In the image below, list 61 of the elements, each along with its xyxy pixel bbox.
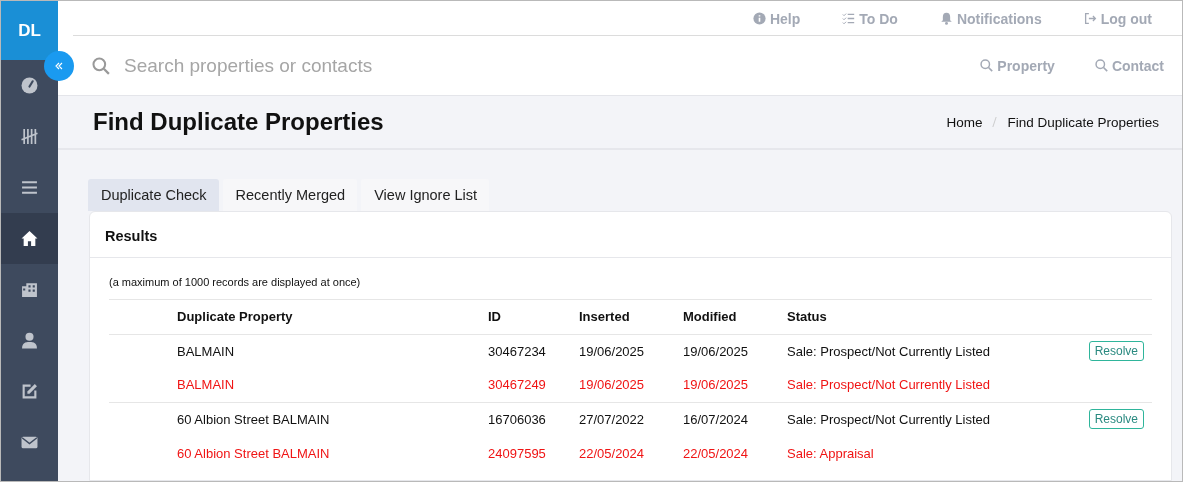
search-button[interactable]: Property <box>980 57 1055 74</box>
tally-icon <box>21 128 38 145</box>
checklist-icon <box>842 12 856 25</box>
table-cell: 60 Albion Street BALMAIN <box>177 436 488 470</box>
info-icon <box>752 12 766 25</box>
table-cell: 27/07/2022 <box>579 402 683 436</box>
search-icon <box>1094 59 1108 72</box>
table-cell: BALMAIN <box>177 368 488 402</box>
top-link[interactable]: Help <box>752 10 801 27</box>
home-icon <box>21 230 38 247</box>
mail-icon <box>21 434 38 451</box>
breadcrumb-separator <box>992 116 998 128</box>
search-icon <box>980 59 994 72</box>
table-cell: Sale: Prospect/Not Currently Listed <box>787 334 1066 368</box>
page-title: Find Duplicate Properties <box>93 108 384 136</box>
building-icon <box>21 281 38 298</box>
tab[interactable]: Recently Merged <box>222 179 358 211</box>
table-cell: 19/06/2025 <box>683 368 787 402</box>
table-cell: 30467249 <box>488 368 579 402</box>
bell-icon <box>939 12 953 25</box>
breadcrumb-item: Find Duplicate Properties <box>1007 114 1159 130</box>
table-cell: 60 Albion Street BALMAIN <box>177 402 488 436</box>
table-cell: 19/06/2025 <box>579 368 683 402</box>
top-link[interactable]: Log out <box>1083 10 1152 27</box>
table-cell: 19/06/2025 <box>579 334 683 368</box>
table-cell: 22/05/2024 <box>683 436 787 470</box>
user-initials: DL <box>1 1 58 60</box>
top-link[interactable]: To Do <box>842 10 898 27</box>
top-link[interactable]: Notifications <box>939 10 1042 27</box>
person-icon <box>21 332 38 349</box>
table-cell-text: Sale: Appraisal <box>787 444 875 463</box>
column-header: Modified <box>683 300 787 334</box>
table-cell: 19/06/2025 <box>683 334 787 368</box>
table-cell: 22/05/2024 <box>579 436 683 470</box>
table-cell: Sale: Prospect/Not Currently Listed <box>787 368 1066 402</box>
search-input[interactable]: Search properties or contacts <box>122 53 941 78</box>
edit-icon <box>21 383 38 400</box>
note-text: (a maximum of 1000 records are displayed at once) <box>109 276 1152 300</box>
sidebar-item[interactable] <box>1 213 58 264</box>
column-header: Duplicate Property <box>177 300 488 334</box>
table-cell: 16706036 <box>488 402 579 436</box>
column-header: Status <box>787 300 1066 334</box>
search-icon <box>92 56 110 75</box>
table-cell: 30467234 <box>488 334 579 368</box>
table-cell: 16/07/2024 <box>683 402 787 436</box>
column-header: Inserted <box>579 300 683 334</box>
card-title: Results <box>90 212 1171 258</box>
chevrons-icon <box>53 60 65 72</box>
tab[interactable]: Duplicate Check <box>88 179 219 211</box>
table-cell: Sale: Prospect/Not Currently Listed <box>787 402 1066 436</box>
menu-icon <box>21 179 38 196</box>
gauge-icon <box>21 77 38 94</box>
breadcrumb-item[interactable]: Home <box>946 114 983 130</box>
column-header: ID <box>488 300 579 334</box>
table-cell: 24097595 <box>488 436 579 470</box>
table-cell: BALMAIN <box>177 334 488 368</box>
tab[interactable]: View Ignore List <box>361 179 490 211</box>
resolve-button[interactable]: Resolve <box>1088 341 1144 362</box>
logout-icon <box>1083 12 1097 25</box>
search-button[interactable]: Contact <box>1094 57 1164 74</box>
resolve-button[interactable]: Resolve <box>1088 409 1144 430</box>
